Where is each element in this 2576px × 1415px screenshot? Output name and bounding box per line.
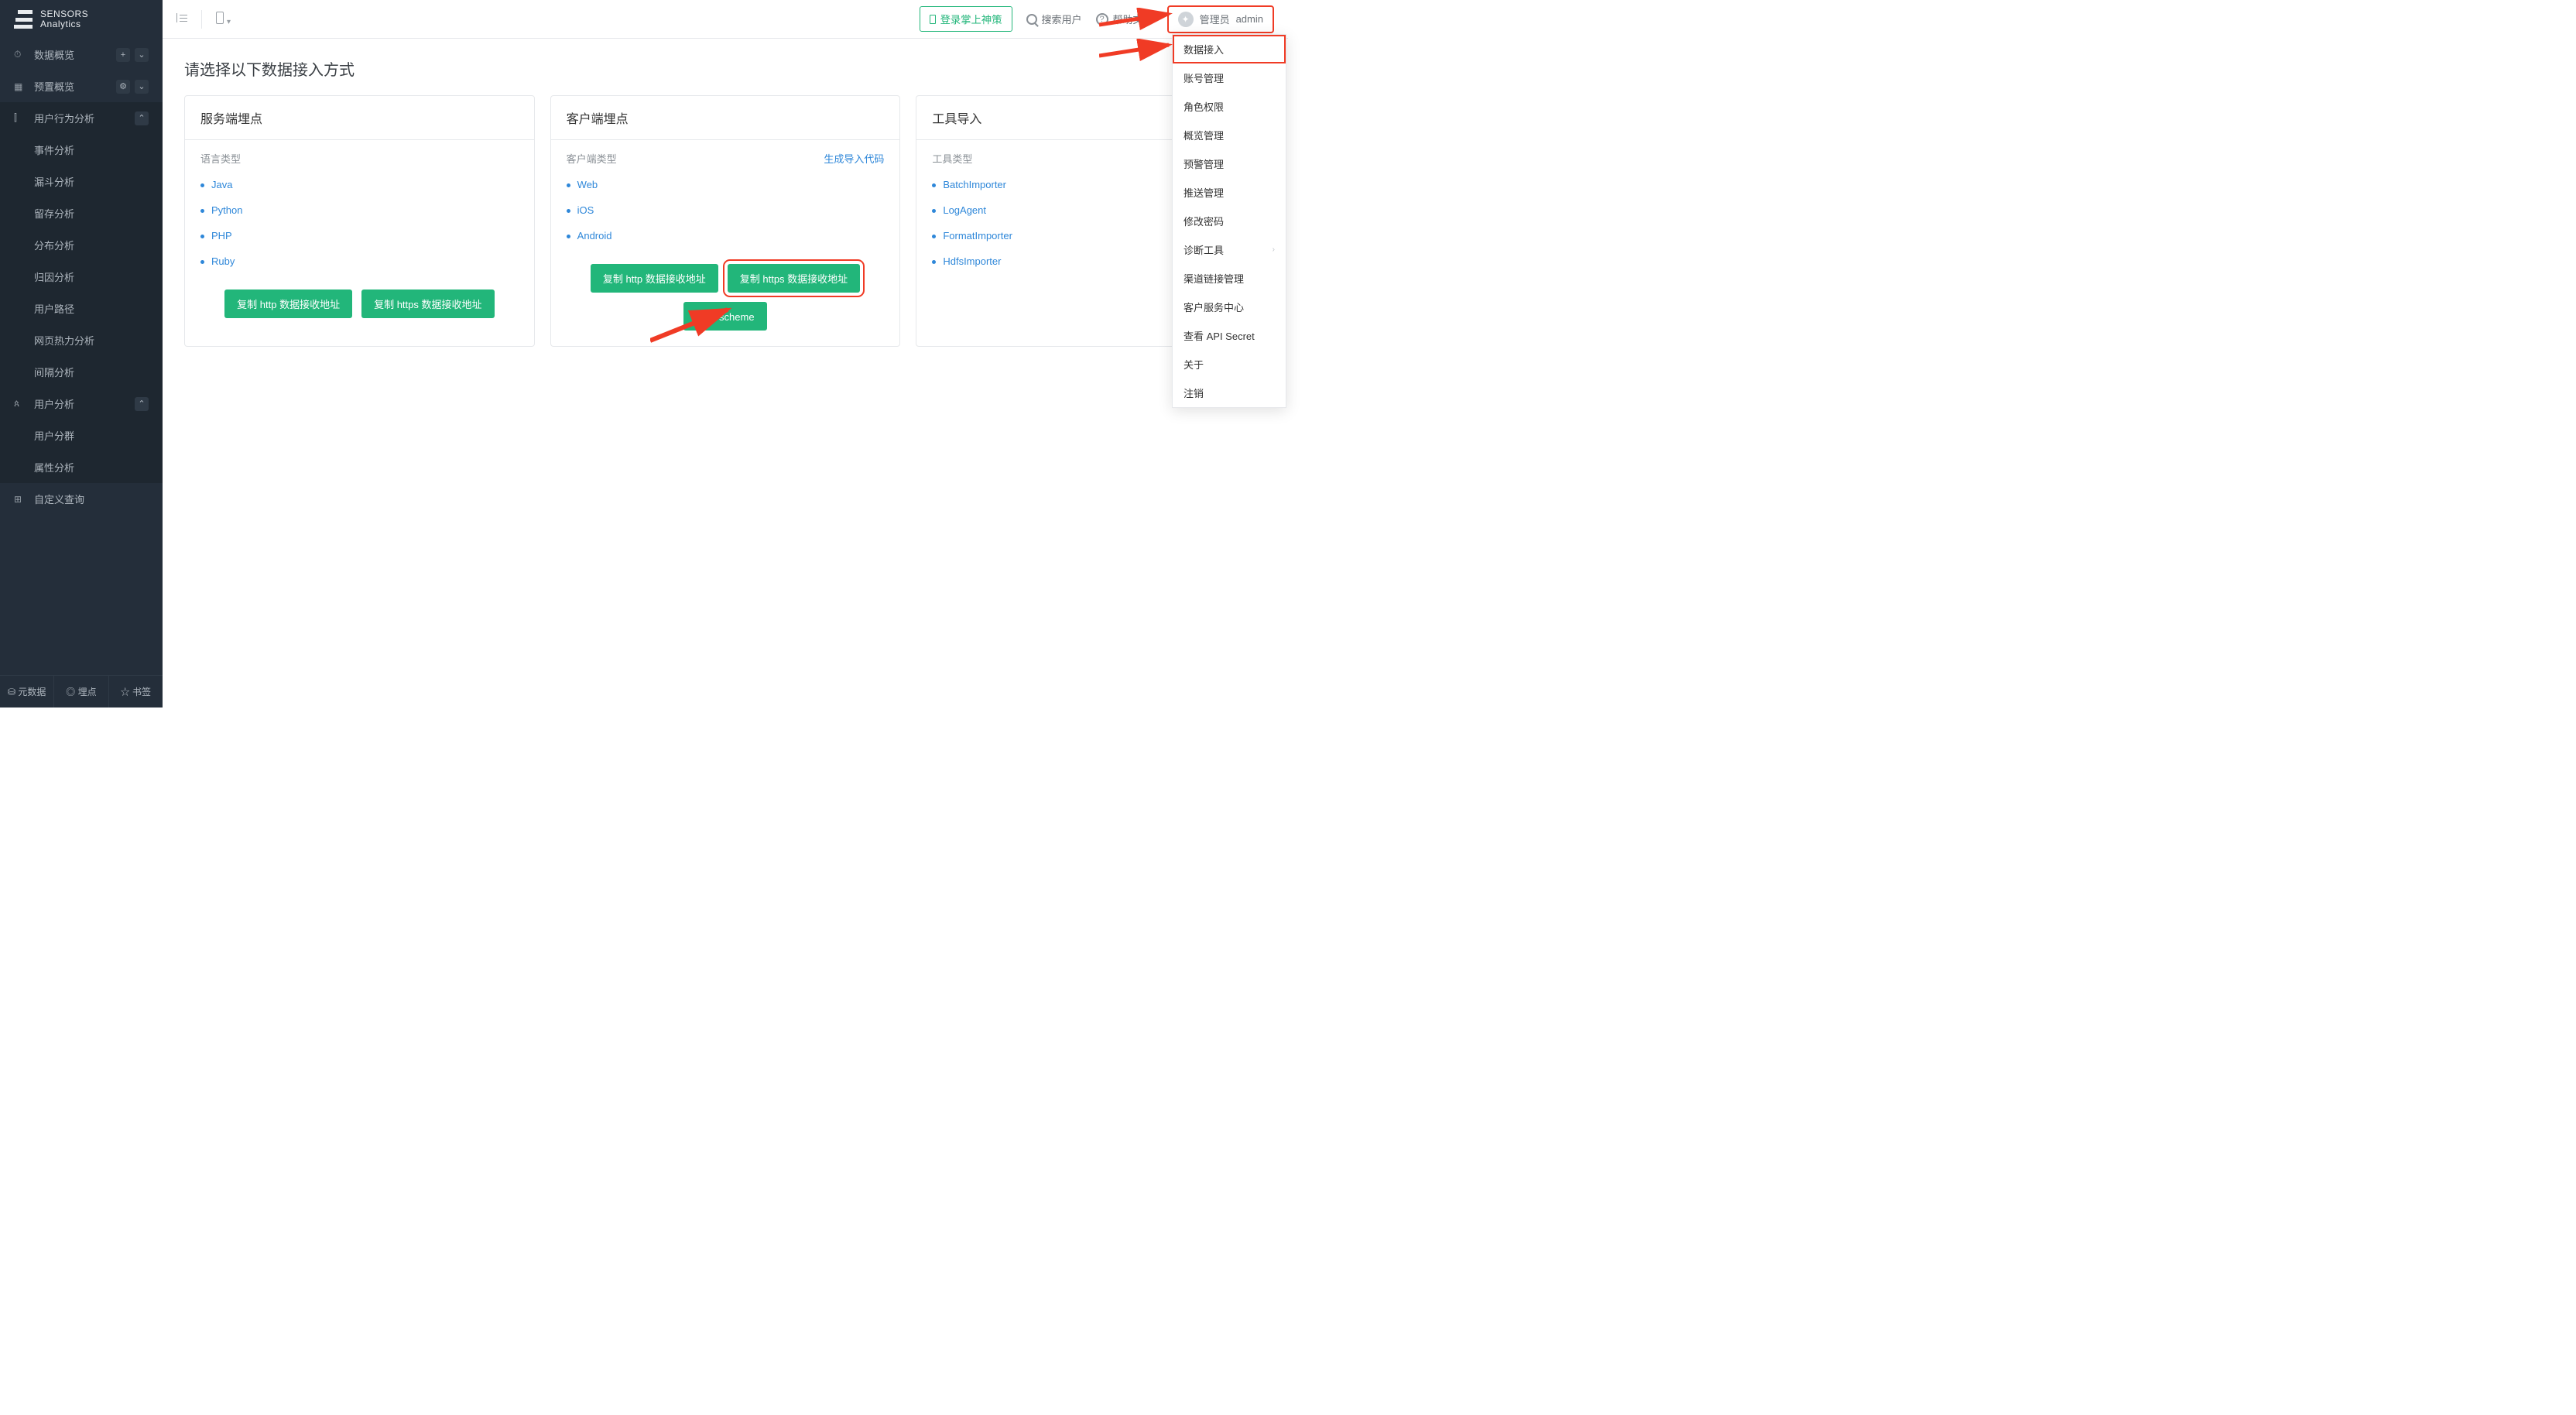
login-mobile-button[interactable]: 登录掌上神策 <box>920 6 1012 32</box>
server-list: Java Python PHP Ruby <box>185 169 534 282</box>
dd-data-access[interactable]: 数据接入 <box>1173 35 1286 63</box>
preset-icon: ▦ <box>14 81 26 92</box>
copy-https-button[interactable]: 复制 https 数据接收地址 <box>361 290 494 318</box>
brand-logo-icon <box>14 10 33 29</box>
list-item[interactable]: Java <box>200 172 519 197</box>
divider <box>201 10 202 29</box>
nav-custom-query[interactable]: ⊞ 自定义查询 <box>0 483 163 515</box>
grid-icon: ⊞ <box>14 494 26 505</box>
client-list: Web iOS Android <box>551 169 900 256</box>
gear-icon[interactable]: ⚙ <box>116 80 130 94</box>
list-item[interactable]: Python <box>200 197 519 223</box>
nav-sub-retention[interactable]: 留存分析 <box>0 197 163 229</box>
search-users[interactable]: 搜索用户 <box>1026 12 1082 26</box>
list-item[interactable]: iOS <box>567 197 885 223</box>
dd-role[interactable]: 角色权限 <box>1173 92 1286 121</box>
footer-metadata[interactable]: ⛁ 元数据 <box>0 676 54 708</box>
nav-user-analysis[interactable]: ጰ 用户分析 ⌃ <box>0 388 163 420</box>
card-actions: 复制 http 数据接收地址 复制 https 数据接收地址 复制 scheme <box>551 256 900 346</box>
nav-sub-funnel[interactable]: 漏斗分析 <box>0 166 163 197</box>
copy-https-button[interactable]: 复制 https 数据接收地址 <box>728 264 860 293</box>
db-icon: ⛁ <box>8 687 15 697</box>
dashboard-icon: ⏱ <box>14 49 26 60</box>
nav-sub-userpath[interactable]: 用户路径 <box>0 293 163 324</box>
dd-account[interactable]: 账号管理 <box>1173 63 1286 92</box>
chart-icon: ⫿ <box>14 112 26 124</box>
card-client: 客户端埋点 客户端类型 生成导入代码 Web iOS Android 复制 ht… <box>550 95 901 347</box>
user-icon: ጰ <box>14 398 26 409</box>
card-title: 服务端埋点 <box>185 96 534 140</box>
user-name: admin <box>1236 13 1263 25</box>
avatar-icon: ✦ <box>1178 12 1194 27</box>
list-item[interactable]: Android <box>567 223 885 248</box>
chevron-right-icon: › <box>1273 245 1275 254</box>
list-item[interactable]: Web <box>567 172 885 197</box>
copy-http-button[interactable]: 复制 http 数据接收地址 <box>591 264 718 293</box>
help-icon: ? <box>1096 13 1108 26</box>
card-title: 客户端埋点 <box>551 96 900 140</box>
star-icon: ☆ <box>121 687 130 697</box>
phone-icon <box>930 15 936 24</box>
chevron-up-icon[interactable]: ⌃ <box>135 111 149 125</box>
user-dropdown: 数据接入 账号管理 角色权限 概览管理 预警管理 推送管理 修改密码 诊断工具›… <box>1172 34 1286 408</box>
copy-http-button[interactable]: 复制 http 数据接收地址 <box>224 290 352 318</box>
user-menu-trigger[interactable]: ✦ 管理员 admin <box>1167 5 1274 33</box>
card-actions: 复制 http 数据接收地址 复制 https 数据接收地址 <box>185 282 534 334</box>
nav-sub-attribution[interactable]: 归因分析 <box>0 261 163 293</box>
nav-sub-event[interactable]: 事件分析 <box>0 134 163 166</box>
chevron-down-icon[interactable]: ⌄ <box>135 48 149 62</box>
toggle-sidebar-icon[interactable] <box>176 13 187 25</box>
sidebar: SENSORS Analytics ⏱ 数据概览 + ⌄ ▦ 预置概览 ⚙ ⌄ <box>0 0 163 708</box>
nav-sub-attribute[interactable]: 属性分析 <box>0 451 163 483</box>
dd-alert[interactable]: 预警管理 <box>1173 149 1286 178</box>
nav-sub-cohort[interactable]: 用户分群 <box>0 420 163 451</box>
topbar: ▾ 登录掌上神策 搜索用户 ? 帮助文档 ✦ 管理员 admin <box>163 0 1288 39</box>
content: 请选择以下数据接入方式 服务端埋点 语言类型 Java Python PHP R… <box>163 39 1288 708</box>
dd-password[interactable]: 修改密码 <box>1173 207 1286 235</box>
footer-bookmark[interactable]: ☆ 书签 <box>109 676 163 708</box>
dd-logout[interactable]: 注销 <box>1173 379 1286 407</box>
dd-about[interactable]: 关于 <box>1173 350 1286 379</box>
sidebar-nav: ⏱ 数据概览 + ⌄ ▦ 预置概览 ⚙ ⌄ ⫿ 用户行为分析 ⌃ <box>0 39 163 675</box>
copy-scheme-button[interactable]: 复制 scheme <box>683 302 766 331</box>
sidebar-footer: ⛁ 元数据 ◎ 埋点 ☆ 书签 <box>0 675 163 708</box>
list-item[interactable]: PHP <box>200 223 519 248</box>
main: ▾ 登录掌上神策 搜索用户 ? 帮助文档 ✦ 管理员 admin 请选择以下数据… <box>163 0 1288 708</box>
list-item[interactable]: Ruby <box>200 248 519 274</box>
nav-behavior-group: 事件分析 漏斗分析 留存分析 分布分析 归因分析 用户路径 网页热力分析 间隔分… <box>0 134 163 388</box>
card-server: 服务端埋点 语言类型 Java Python PHP Ruby 复制 http … <box>184 95 535 347</box>
chevron-down-icon[interactable]: ⌄ <box>135 80 149 94</box>
dd-push[interactable]: 推送管理 <box>1173 178 1286 207</box>
target-icon: ◎ <box>66 687 75 697</box>
nav-behavior[interactable]: ⫿ 用户行为分析 ⌃ <box>0 102 163 134</box>
brand-text: SENSORS Analytics <box>40 9 88 29</box>
card-subtitle: 语言类型 <box>185 140 534 169</box>
chevron-up-icon[interactable]: ⌃ <box>135 397 149 411</box>
nav-data-overview[interactable]: ⏱ 数据概览 + ⌄ <box>0 39 163 70</box>
nav-preset-overview[interactable]: ▦ 预置概览 ⚙ ⌄ <box>0 70 163 102</box>
brand: SENSORS Analytics <box>0 0 163 39</box>
cards-row: 服务端埋点 语言类型 Java Python PHP Ruby 复制 http … <box>184 95 1266 347</box>
search-icon <box>1026 14 1037 25</box>
page-title: 请选择以下数据接入方式 <box>184 57 1266 80</box>
nav-user-group: 用户分群 属性分析 <box>0 420 163 483</box>
dd-overview[interactable]: 概览管理 <box>1173 121 1286 149</box>
nav-sub-heatmap[interactable]: 网页热力分析 <box>0 324 163 356</box>
dd-channel[interactable]: 渠道链接管理 <box>1173 264 1286 293</box>
device-selector[interactable]: ▾ <box>216 12 231 26</box>
generate-code-link[interactable]: 生成导入代码 <box>824 151 884 166</box>
user-role: 管理员 <box>1200 12 1230 26</box>
dd-diagnostic[interactable]: 诊断工具› <box>1173 235 1286 264</box>
nav-sub-interval[interactable]: 间隔分析 <box>0 356 163 388</box>
nav-sub-distribution[interactable]: 分布分析 <box>0 229 163 261</box>
footer-tracking[interactable]: ◎ 埋点 <box>54 676 108 708</box>
dd-api-secret[interactable]: 查看 API Secret <box>1173 321 1286 350</box>
card-subtitle: 客户端类型 生成导入代码 <box>551 140 900 169</box>
dd-support[interactable]: 客户服务中心 <box>1173 293 1286 321</box>
help-link[interactable]: ? 帮助文档 <box>1096 12 1153 26</box>
add-icon[interactable]: + <box>116 48 130 62</box>
